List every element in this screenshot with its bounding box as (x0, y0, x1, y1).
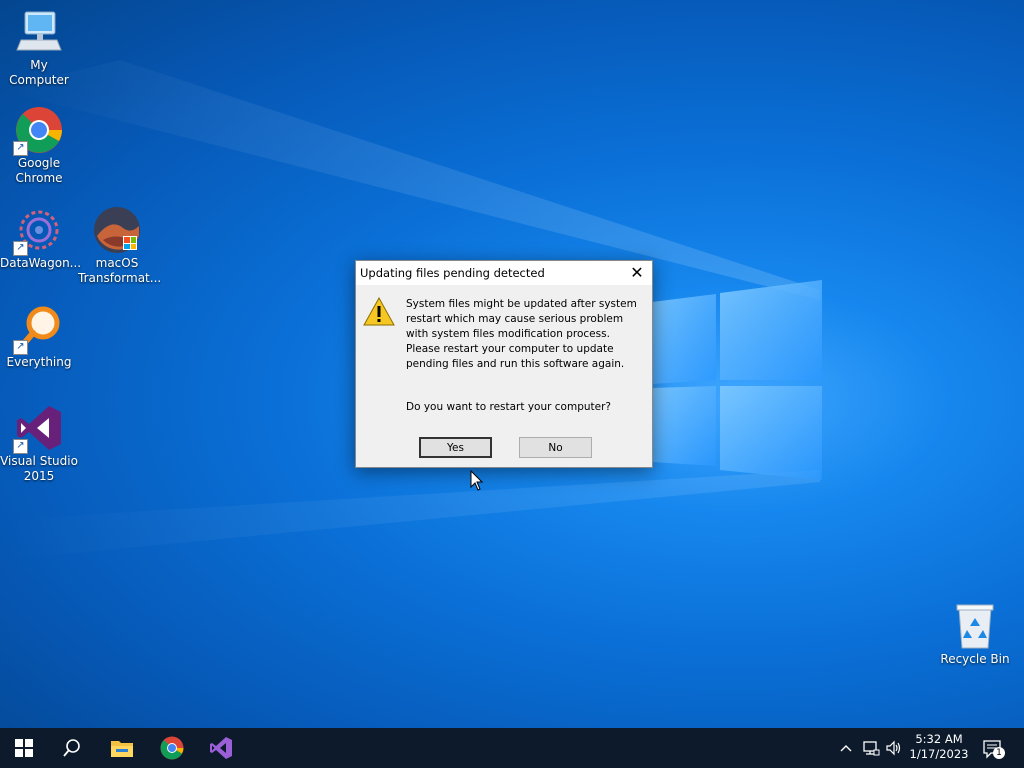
desktop-icon-everything[interactable]: ↗ Everything (0, 305, 78, 370)
warning-icon (363, 296, 395, 327)
shortcut-arrow-icon: ↗ (13, 241, 28, 256)
desktop-icon-label: Everything (6, 355, 72, 369)
visual-studio-icon (210, 737, 232, 759)
shortcut-arrow-icon: ↗ (13, 439, 28, 454)
desktop-icon-label: My Computer (9, 58, 69, 87)
desktop-icon-recycle-bin[interactable]: Recycle Bin (936, 602, 1014, 667)
shortcut-arrow-icon: ↗ (13, 141, 28, 156)
desktop-icon-visual-studio-2015[interactable]: ↗ Visual Studio 2015 (0, 404, 78, 484)
desktop-icon-my-computer[interactable]: My Computer (0, 8, 78, 88)
visual-studio-icon: ↗ (13, 404, 63, 454)
mouse-cursor-icon (470, 470, 484, 491)
close-button[interactable]: ✕ (622, 261, 652, 285)
monitor-icon (15, 8, 63, 56)
no-button[interactable]: No (519, 437, 592, 458)
taskbar-visual-studio[interactable] (197, 728, 245, 768)
clock-date: 1/17/2023 (909, 747, 969, 761)
notification-count-badge: 1 (993, 747, 1005, 759)
start-button[interactable] (0, 728, 48, 768)
dialog-title: Updating files pending detected (360, 266, 545, 280)
restart-dialog: Updating files pending detected ✕ System… (355, 260, 653, 468)
chevron-up-icon (840, 745, 852, 752)
magnifier-icon: ↗ (13, 305, 63, 355)
desktop-icon-google-chrome[interactable]: ↗ Google Chrome (0, 106, 78, 186)
start-icon (15, 739, 33, 757)
network-button[interactable] (862, 739, 880, 757)
datawagon-icon: ↗ (13, 206, 63, 256)
clock-time: 5:32 AM (915, 732, 963, 746)
macos-icon (93, 206, 141, 254)
chrome-icon: ↗ (13, 106, 63, 156)
dialog-message: System files might be updated after syst… (406, 298, 637, 370)
desktop-icon-macos-transformation[interactable]: macOS Transformat... (78, 206, 161, 286)
recycle-bin-icon (951, 602, 999, 650)
desktop-icon-label: DataWagon... (0, 256, 82, 270)
show-hidden-icons-button[interactable] (838, 740, 854, 756)
file-explorer-icon (111, 741, 133, 757)
taskbar: 5:32 AM 1/17/2023 1 (0, 728, 1024, 768)
dialog-body: System files might be updated after syst… (356, 285, 652, 467)
search-icon (63, 739, 80, 757)
desktop-icon-datawagon[interactable]: ↗ DataWagon... (0, 206, 82, 271)
taskbar-chrome[interactable] (148, 728, 196, 768)
desktop-icon-label: macOS Transformat... (78, 256, 162, 285)
desktop-icon-label: Recycle Bin (940, 652, 1010, 666)
desktop-icon-label: Google Chrome (15, 156, 63, 185)
speaker-icon (886, 740, 901, 756)
desktop-icon-label: Visual Studio 2015 (0, 454, 78, 483)
dialog-question: Do you want to restart your computer? (406, 401, 611, 413)
network-icon (863, 741, 880, 756)
close-icon: ✕ (630, 263, 644, 282)
yes-button[interactable]: Yes (419, 437, 492, 458)
taskbar-file-explorer[interactable] (98, 728, 146, 768)
dialog-titlebar[interactable]: Updating files pending detected ✕ (356, 261, 652, 285)
search-button[interactable] (48, 728, 96, 768)
action-center-button[interactable]: 1 (982, 738, 1005, 760)
shortcut-arrow-icon: ↗ (13, 340, 28, 355)
chrome-icon (160, 736, 184, 760)
clock[interactable]: 5:32 AM 1/17/2023 (906, 732, 972, 762)
volume-button[interactable] (885, 739, 903, 757)
